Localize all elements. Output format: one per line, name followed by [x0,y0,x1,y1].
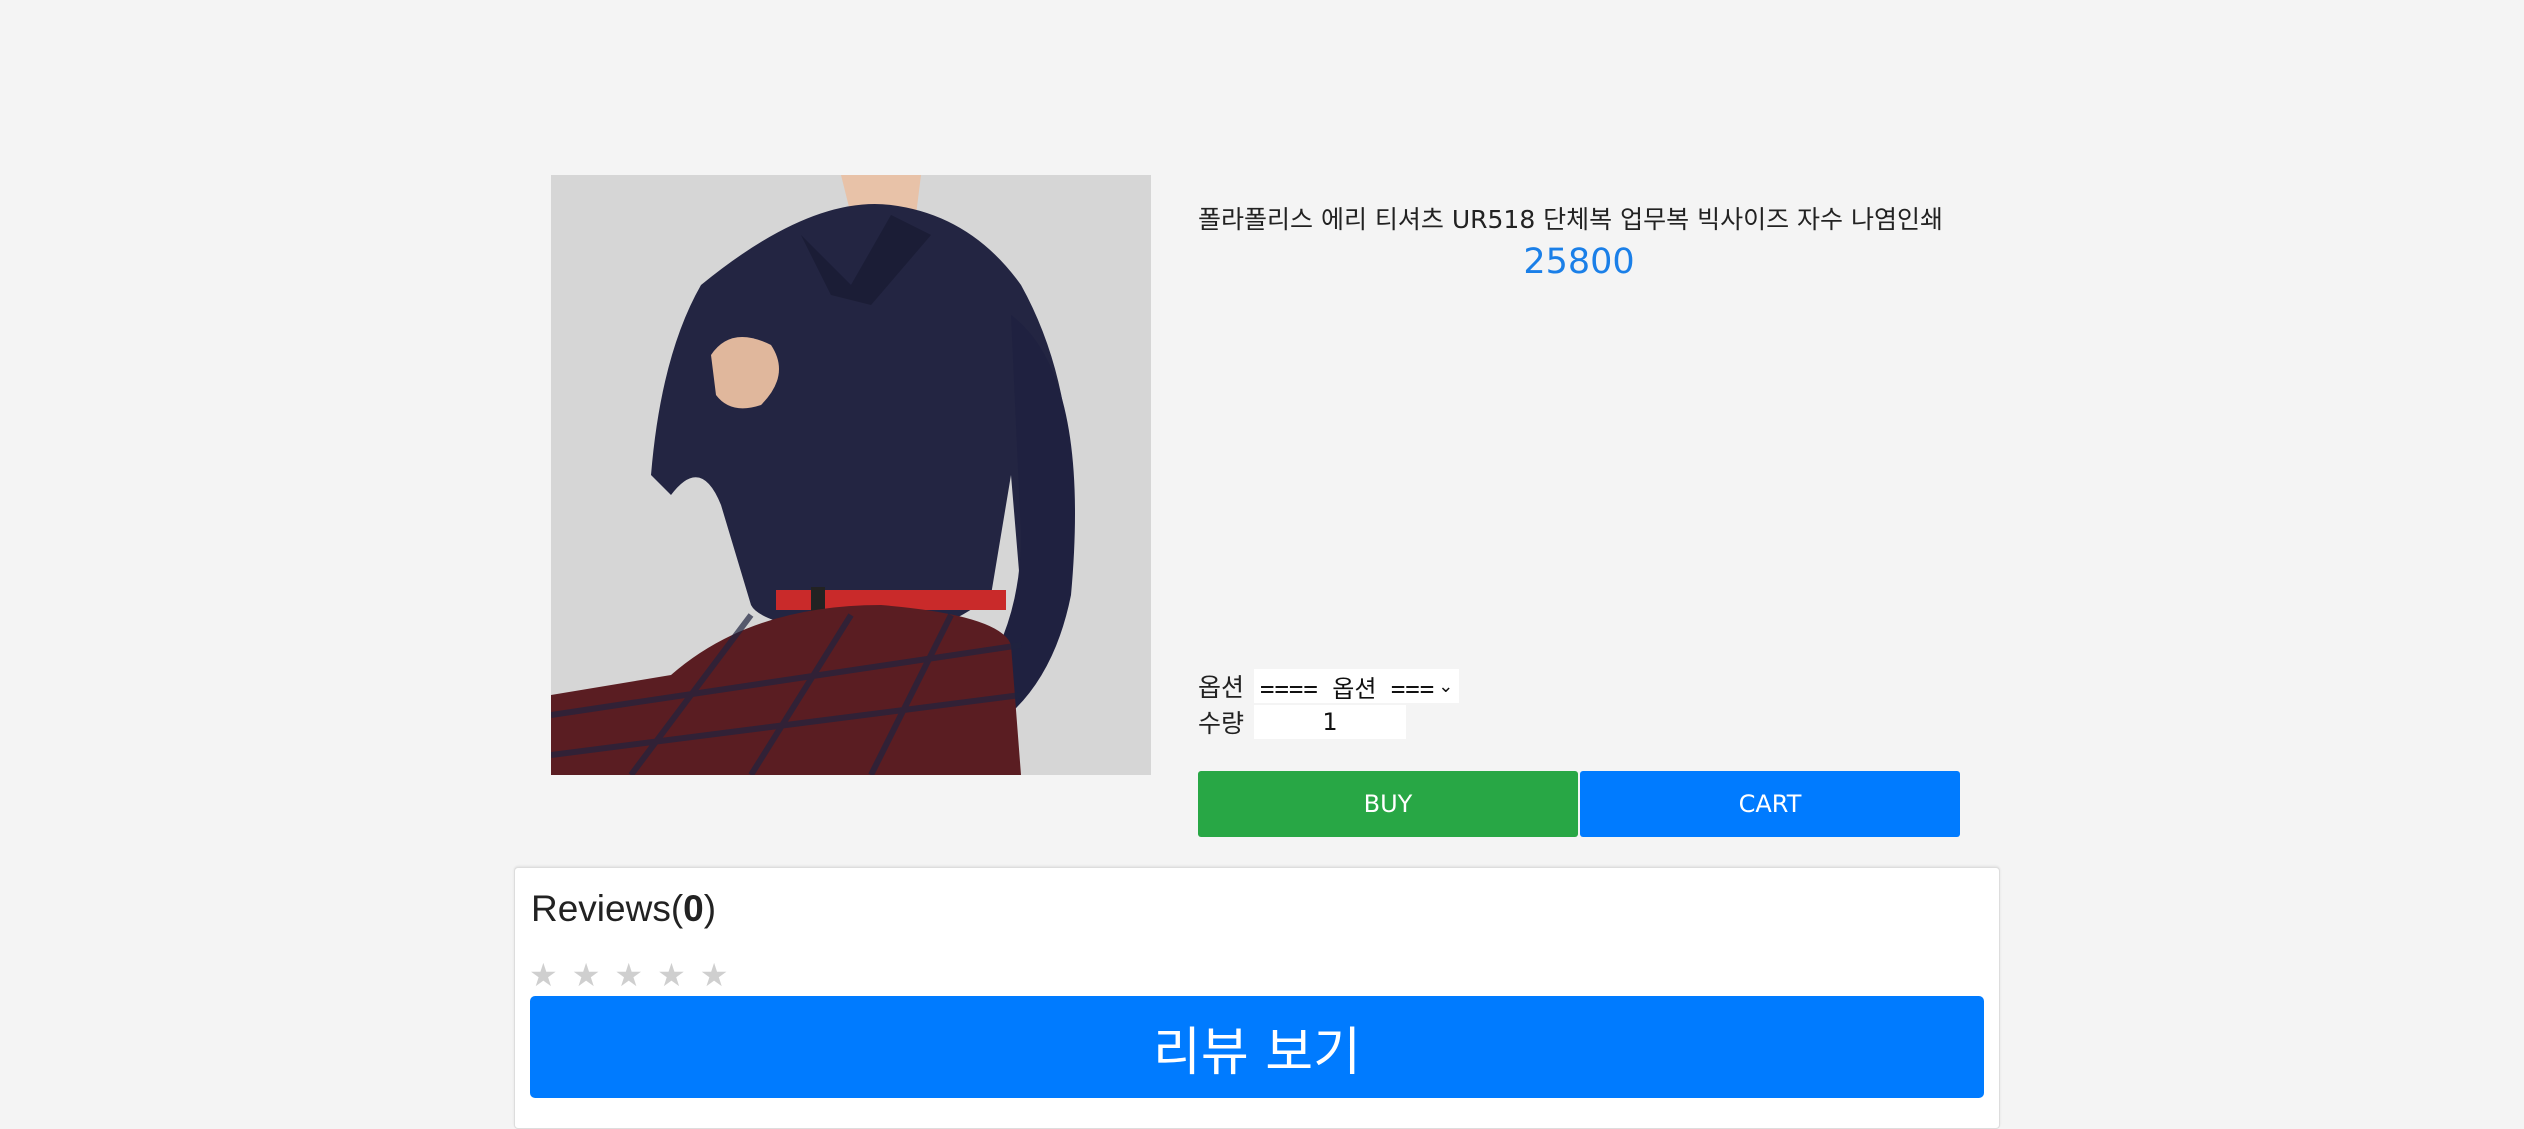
view-reviews-button[interactable]: 리뷰 보기 [530,996,1984,1098]
option-select[interactable]: ==== 옵션 === ⌄ [1254,669,1460,703]
option-row: 옵션 ==== 옵션 === ⌄ [1198,668,1460,704]
product-photo-illustration [551,175,1151,775]
reviews-heading: Reviews(0) [531,888,716,930]
quantity-label: 수량 [1198,709,1245,738]
star-icon[interactable]: ★ [657,956,686,994]
option-selected-value: ==== 옵션 === [1260,674,1435,703]
quantity-input[interactable]: 1 [1254,705,1406,739]
product-price: 25800 [1523,242,1635,282]
product-title: 폴라폴리스 에리 티셔츠 UR518 단체복 업무복 빅사이즈 자수 나염인쇄 [1198,205,1943,234]
product-image [551,175,1151,775]
review-panel: Reviews(0) ★ ★ ★ ★ ★ 리뷰 보기 [514,867,2000,1129]
star-icon[interactable]: ★ [614,956,643,994]
star-icon[interactable]: ★ [529,956,558,994]
buy-button[interactable]: BUY [1198,771,1578,837]
quantity-row: 수량 1 [1198,704,1406,740]
star-icon[interactable]: ★ [700,956,729,994]
reviews-heading-prefix: Reviews( [531,888,684,929]
reviews-heading-suffix: ) [703,888,717,929]
option-label: 옵션 [1198,673,1245,702]
star-icon[interactable]: ★ [572,956,601,994]
star-rating[interactable]: ★ ★ ★ ★ ★ [529,956,728,994]
chevron-down-icon: ⌄ [1438,675,1454,697]
cart-button[interactable]: CART [1580,771,1960,837]
reviews-count: 0 [683,888,704,929]
